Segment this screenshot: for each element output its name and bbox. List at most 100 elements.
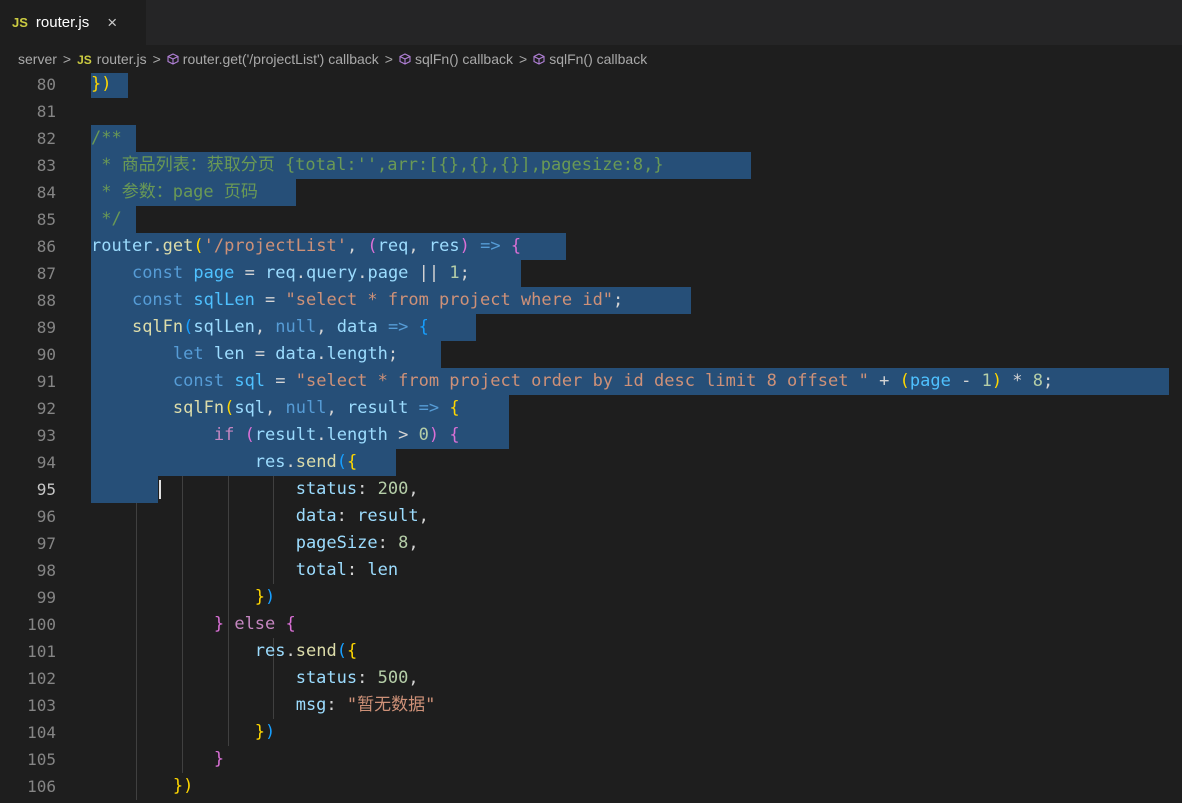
code-token: = [254,290,286,310]
code-token: page [193,263,235,283]
tab-title: router.js [35,14,90,31]
code-line[interactable]: 95 status: 200, [0,476,1182,503]
code-text: res.send({ [91,449,357,476]
chevron-right-icon: > [519,51,528,67]
javascript-file-icon: JS [12,15,28,30]
code-token: length [326,425,388,445]
code-token: } [213,614,225,634]
code-token: 1 [449,263,460,283]
code-line[interactable]: 89 sqlFn(sqlLen, null, data => { [0,314,1182,341]
code-editor[interactable]: 80}) 81 82/** 83 * 商品列表：获取分页 {total:'',arr:… [0,73,1182,803]
line-number: 106 [27,777,56,796]
code-line[interactable]: 80}) [0,73,1182,98]
code-line[interactable]: 94 res.send({ [0,449,1182,476]
code-line[interactable]: 82 /** [0,125,1182,152]
code-token: send [295,452,337,472]
code-line[interactable]: 102 status: 500, [0,665,1182,692]
code-token: page [367,263,409,283]
code-token: page [909,371,951,391]
code-line[interactable]: 90 let len = data.length; [0,341,1182,368]
code-line[interactable]: 103 msg: "暂无数据" [0,692,1182,719]
code-token: */ [91,209,122,229]
code-line[interactable]: 98 total: len [0,557,1182,584]
code-text: const sqlLen = "select * from project wh… [91,287,623,314]
chevron-right-icon: > [152,51,161,67]
code-text: router.get('/projectList', (req, res) =>… [91,233,521,260]
code-token: 1 [981,371,992,391]
code-line[interactable]: 87 const page = req.query.page || 1; [0,260,1182,287]
code-token: , [346,236,368,256]
code-text: if (result.length > 0) { [91,422,460,449]
chevron-right-icon: > [62,51,72,67]
line-number: 85 [36,210,56,229]
code-text: pageSize: 8, [91,530,419,557]
code-token: else [234,614,276,634]
code-line[interactable]: 91 const sql = "select * from project or… [0,368,1182,395]
code-line[interactable]: 88 const sqlLen = "select * from project… [0,287,1182,314]
code-token: ) [265,587,276,607]
code-token: '/projectList' [203,236,347,256]
code-token: = [265,371,296,391]
code-token: : [377,533,399,553]
code-line[interactable]: 99 }) [0,584,1182,611]
code-token: . [285,452,296,472]
code-line[interactable]: 105 } [0,746,1182,773]
code-line[interactable]: 106 }) [0,773,1182,800]
code-token: const [131,263,184,283]
code-text: sqlFn(sqlLen, null, data => { [91,314,429,341]
code-line[interactable]: 85 */ [0,206,1182,233]
breadcrumb-item-symbol[interactable]: router.get('/projectList') callback [167,51,379,67]
breadcrumb-item-file[interactable]: JS router.js [77,51,147,67]
close-icon[interactable]: × [107,13,117,33]
code-line[interactable]: 86 router.get('/projectList', (req, res) … [0,233,1182,260]
code-line[interactable]: 101 res.send({ [0,638,1182,665]
breadcrumb-item-server[interactable]: server [18,51,57,67]
code-token: , [265,398,286,418]
code-line[interactable]: 104 }) [0,719,1182,746]
line-number: 101 [27,642,56,661]
code-token: || [408,263,450,283]
code-token: . [316,425,327,445]
code-line[interactable]: 92 sqlFn(sql, null, result => { [0,395,1182,422]
code-token: = [244,344,276,364]
code-token: , [408,533,419,553]
code-token: 8 [1032,371,1044,391]
code-token: router [91,236,153,256]
method-cube-icon [533,53,545,65]
code-token: * 商品列表：获取分页 {total:'',arr:[{},{},{}],pag… [91,155,664,175]
code-line[interactable]: 84 * 参数：page 页码 [0,179,1182,206]
code-text: }) [91,73,111,98]
line-number: 105 [27,750,56,769]
code-token: len [367,560,399,580]
line-number: 83 [36,156,56,175]
code-token: ( [367,236,378,256]
code-token: res [254,641,286,661]
code-line[interactable]: 96 data: result, [0,503,1182,530]
code-token: result [357,506,419,526]
code-token: msg [295,695,327,715]
code-line[interactable]: 93 if (result.length > 0) { [0,422,1182,449]
code-token: { [346,641,358,661]
code-token: } [254,722,266,742]
breadcrumb-item-symbol[interactable]: sqlFn() callback [399,51,513,67]
tab-router-js[interactable]: JS router.js × [0,0,146,45]
code-line[interactable]: 81 [0,98,1182,125]
breadcrumb-item-symbol[interactable]: sqlFn() callback [533,51,647,67]
code-line[interactable]: 100 } else { [0,611,1182,638]
code-token: = [234,263,266,283]
code-text: * 参数：page 页码 [91,179,258,206]
code-token: => [387,317,409,337]
code-line[interactable]: 83 * 商品列表：获取分页 {total:'',arr:[{},{},{}],… [0,152,1182,179]
code-line[interactable]: 97 pageSize: 8, [0,530,1182,557]
